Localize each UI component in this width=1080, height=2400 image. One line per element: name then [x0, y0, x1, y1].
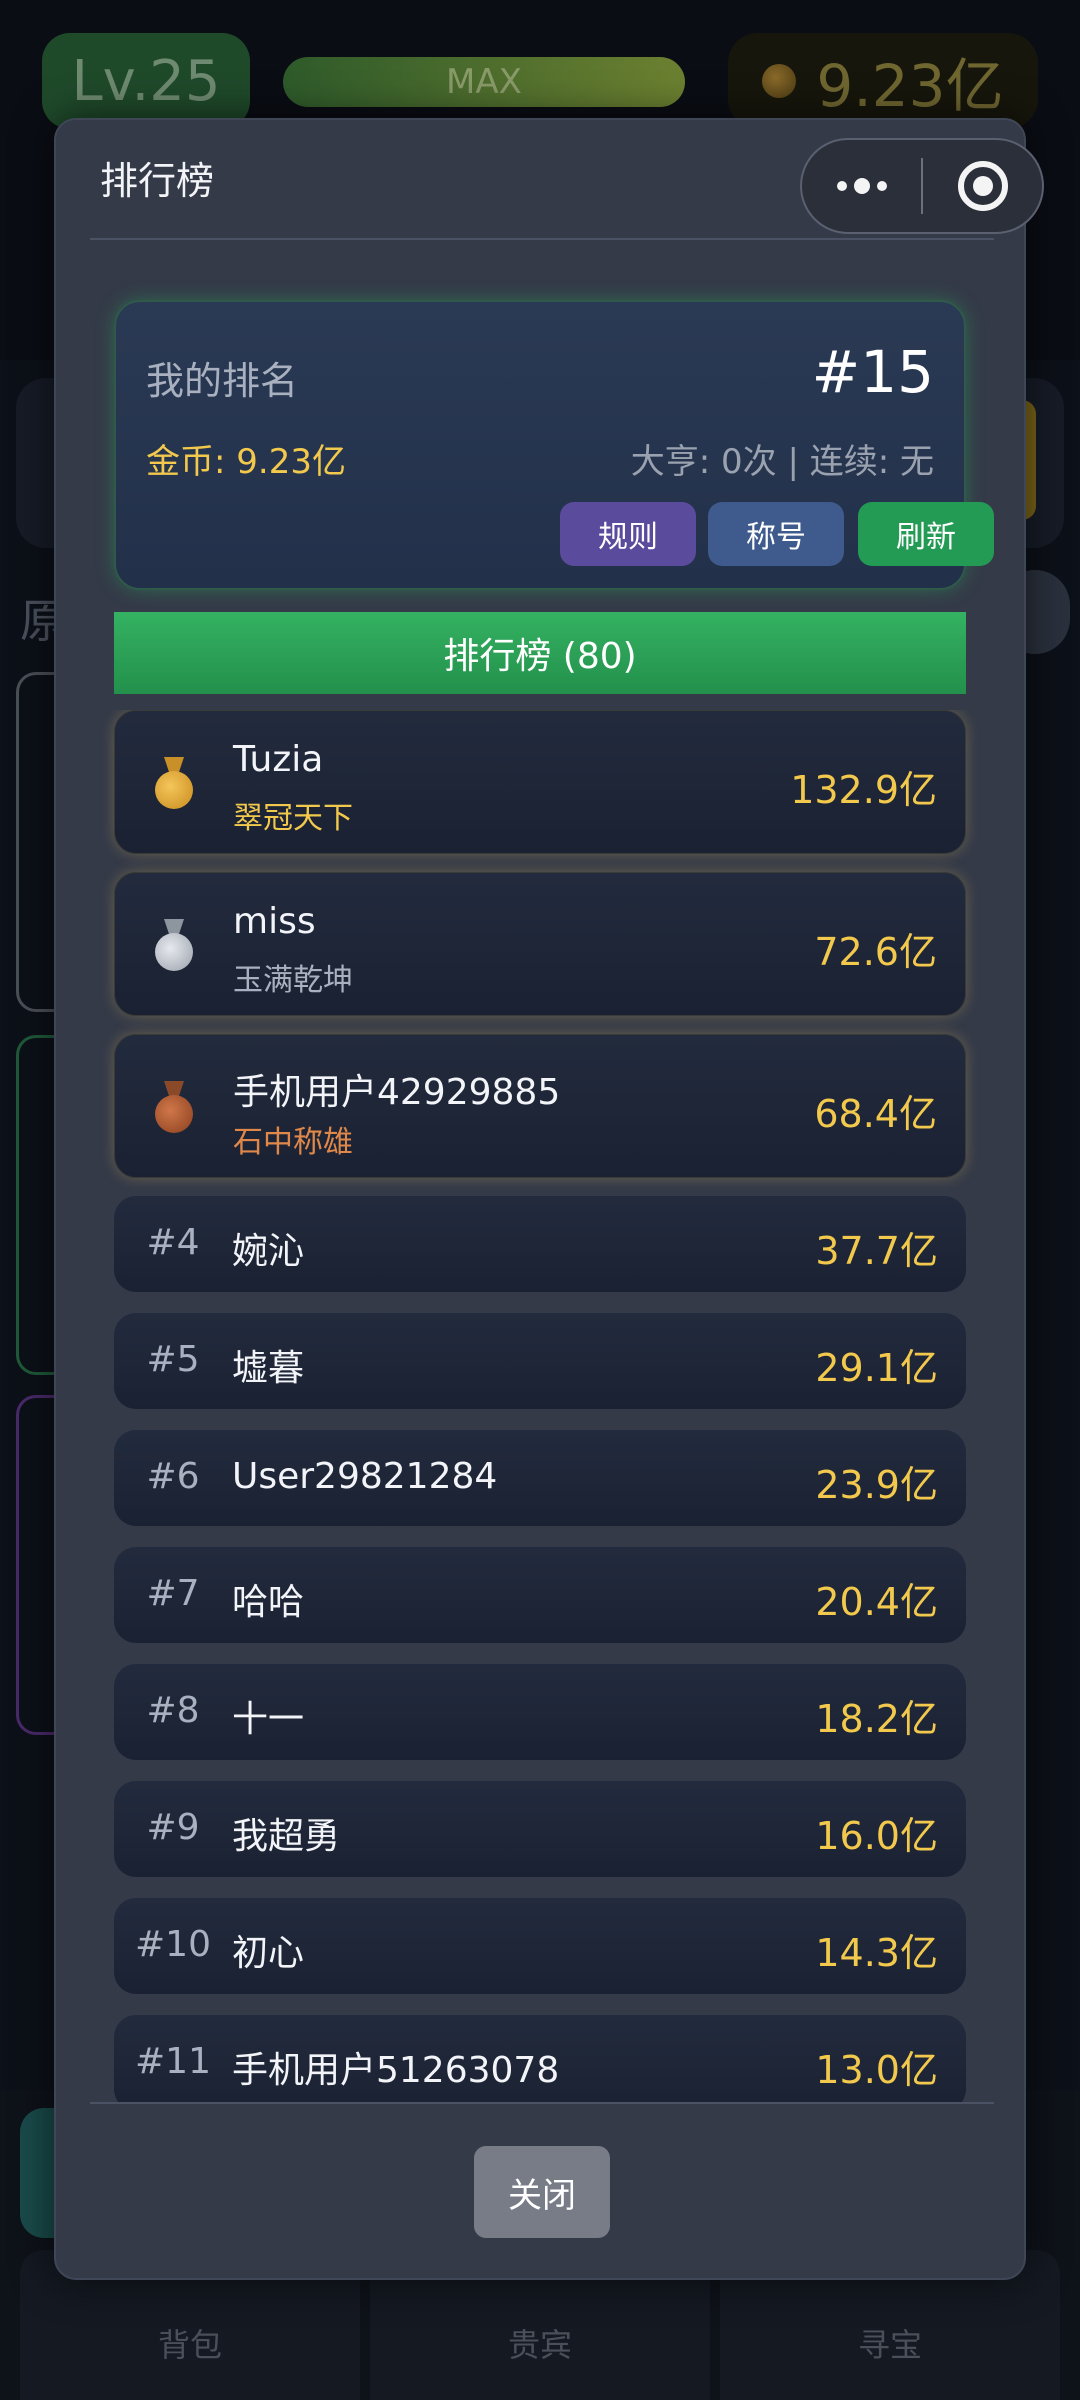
player-rank: #9: [146, 1807, 200, 1848]
player-title: 石中称雄: [233, 1125, 353, 1160]
player-rank: #5: [146, 1339, 200, 1380]
silver-medal-icon: [155, 919, 193, 971]
leaderboard-row-3[interactable]: 手机用户42929885 石中称雄 68.4亿: [114, 1034, 966, 1178]
more-icon[interactable]: [802, 140, 921, 232]
leaderboard-row-9[interactable]: #9 我超勇 16.0亿: [114, 1781, 966, 1877]
my-stats: 大亨: 0次 | 连续: 无: [630, 442, 934, 482]
player-score: 14.3亿: [815, 1931, 938, 1975]
leaderboard-row-10[interactable]: #10 初心 14.3亿: [114, 1898, 966, 1994]
nav-label-backpack: 背包: [157, 2326, 222, 2364]
leaderboard-row-6[interactable]: #6 User29821284 23.9亿: [114, 1430, 966, 1526]
player-rank: #6: [146, 1456, 200, 1497]
player-rank: #10: [135, 1924, 211, 1965]
level-badge: Lv.25: [42, 33, 250, 129]
leaderboard-row-4[interactable]: #4 婉沁 37.7亿: [114, 1196, 966, 1292]
player-name: 初心: [232, 1933, 305, 1974]
leaderboard-row-8[interactable]: #8 十一 18.2亿: [114, 1664, 966, 1760]
leaderboard-header: 排行榜 (80): [114, 612, 966, 694]
player-score: 72.6亿: [814, 930, 937, 974]
refresh-button[interactable]: 刷新: [858, 502, 994, 566]
player-score: 20.4亿: [815, 1580, 938, 1624]
experience-bar: MAX: [283, 57, 685, 107]
player-name: 十一: [232, 1699, 305, 1740]
my-rank-number: #15: [811, 338, 934, 406]
leaderboard-row-7[interactable]: #7 哈哈 20.4亿: [114, 1547, 966, 1643]
player-name: 我超勇: [232, 1816, 341, 1857]
player-name: 墟暮: [232, 1348, 305, 1389]
my-rank-card: 我的排名 #15 金币: 9.23亿 大亨: 0次 | 连续: 无 规则 称号 …: [114, 300, 994, 590]
player-score: 132.9亿: [790, 768, 937, 812]
player-name: 手机用户42929885: [233, 1072, 561, 1113]
leaderboard-modal: 排行榜 我的排名 #15 金币: 9.23亿 大亨: 0次 | 连续: 无 规则…: [54, 118, 1026, 2280]
leaderboard-row-11[interactable]: #11 手机用户51263078 13.0亿: [114, 2015, 966, 2102]
leaderboard-list[interactable]: Tuzia 翠冠天下 132.9亿 miss 玉满乾坤 72.6亿 手机用户42…: [56, 710, 1024, 2102]
my-rank-label: 我的排名: [146, 359, 299, 403]
miniprogram-capsule: [800, 138, 1044, 234]
player-score: 37.7亿: [815, 1229, 938, 1273]
player-title: 玉满乾坤: [233, 963, 353, 998]
close-button[interactable]: 关闭: [474, 2146, 610, 2238]
player-name: 婉沁: [232, 1231, 305, 1272]
coin-icon: [762, 64, 797, 98]
player-title: 翠冠天下: [233, 801, 353, 836]
player-score: 16.0亿: [815, 1814, 938, 1858]
player-rank: #4: [146, 1222, 200, 1263]
player-rank: #8: [146, 1690, 200, 1731]
player-score: 18.2亿: [815, 1697, 938, 1741]
player-name: 哈哈: [232, 1582, 305, 1623]
player-name: Tuzia: [233, 739, 324, 780]
rules-button[interactable]: 规则: [560, 502, 696, 566]
exit-miniprogram-icon[interactable]: [923, 140, 1042, 232]
coin-balance-value: 9.23亿: [816, 52, 1004, 120]
my-coins: 金币: 9.23亿: [146, 442, 346, 482]
player-rank: #11: [135, 2041, 211, 2082]
title-button[interactable]: 称号: [708, 502, 844, 566]
player-score: 68.4亿: [814, 1092, 937, 1136]
player-name: miss: [233, 901, 316, 942]
player-rank: #7: [146, 1573, 200, 1614]
player-score: 13.0亿: [815, 2048, 938, 2092]
player-score: 29.1亿: [815, 1346, 938, 1390]
leaderboard-row-5[interactable]: #5 墟暮 29.1亿: [114, 1313, 966, 1409]
divider: [90, 238, 994, 240]
player-name: 手机用户51263078: [232, 2050, 560, 2091]
player-name: User29821284: [232, 1456, 498, 1497]
player-score: 23.9亿: [815, 1463, 938, 1507]
leaderboard-row-2[interactable]: miss 玉满乾坤 72.6亿: [114, 872, 966, 1016]
gold-medal-icon: [155, 757, 193, 809]
divider: [90, 2102, 994, 2104]
nav-label-vip: 贵宾: [507, 2326, 572, 2364]
bronze-medal-icon: [155, 1081, 193, 1133]
nav-label-treasure: 寻宝: [857, 2326, 922, 2364]
leaderboard-row-1[interactable]: Tuzia 翠冠天下 132.9亿: [114, 710, 966, 854]
modal-title: 排行榜: [100, 159, 215, 203]
coin-balance: 9.23亿: [728, 33, 1038, 129]
